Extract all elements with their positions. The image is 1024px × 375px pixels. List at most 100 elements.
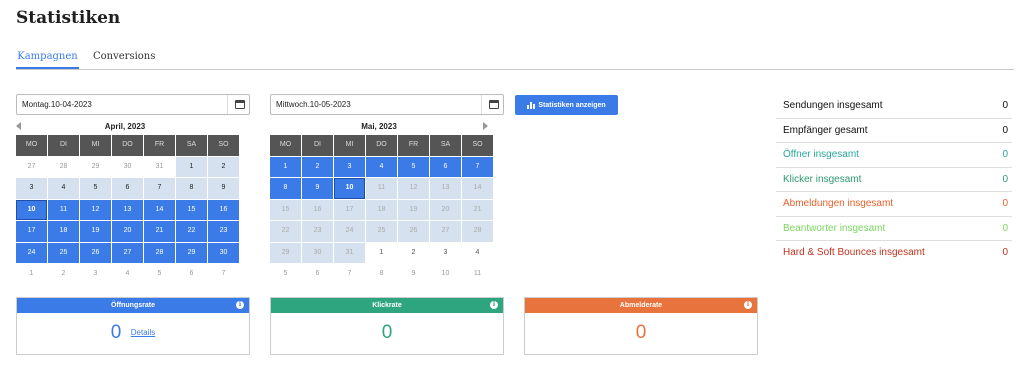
calendar-day[interactable]: 4 [48, 178, 79, 199]
calendar-day[interactable]: 30 [112, 156, 143, 177]
calendar-day[interactable]: 28 [144, 242, 175, 263]
calendar-day[interactable]: 31 [144, 156, 175, 177]
calendar-day[interactable]: 4 [366, 156, 397, 177]
calendar-day[interactable]: 11 [462, 264, 493, 285]
calendar-day[interactable]: 4 [112, 264, 143, 285]
calendar-day[interactable]: 5 [80, 178, 111, 199]
calendar-day[interactable]: 7 [334, 264, 365, 285]
calendar-day[interactable]: 23 [208, 221, 239, 242]
tab-kampagnen[interactable]: Kampagnen [16, 48, 79, 69]
calendar-day[interactable]: 12 [398, 178, 429, 199]
calendar-day[interactable]: 15 [176, 199, 207, 220]
calendar-month-label: Mai, 2023 [361, 122, 397, 131]
calendar-day[interactable]: 16 [208, 199, 239, 220]
calendar-day[interactable]: 6 [302, 264, 333, 285]
calendar-day[interactable]: 22 [176, 221, 207, 242]
date-from-field[interactable]: Montag.10-04-2023 [16, 94, 250, 115]
calendar-day[interactable]: 8 [270, 178, 301, 199]
calendar-day[interactable]: 12 [80, 199, 111, 220]
calendar-day[interactable]: 23 [302, 221, 333, 242]
calendar-day[interactable]: 29 [176, 242, 207, 263]
calendar-day[interactable]: 18 [366, 199, 397, 220]
calendar-day[interactable]: 2 [302, 156, 333, 177]
calendar-icon[interactable] [235, 100, 245, 109]
calendar-day[interactable]: 7 [208, 264, 239, 285]
calendar-icon[interactable] [489, 100, 499, 109]
calendar-day[interactable]: 10 [334, 178, 365, 199]
calendar-day[interactable]: 24 [334, 221, 365, 242]
calendar-day[interactable]: 30 [208, 242, 239, 263]
calendar-day[interactable]: 8 [366, 264, 397, 285]
show-statistics-button[interactable]: Statistiken anzeigen [515, 95, 618, 115]
previous-month-arrow-icon[interactable] [16, 122, 21, 130]
calendar-day[interactable]: 30 [302, 242, 333, 263]
calendar-day[interactable]: 24 [16, 242, 47, 263]
calendar-day[interactable]: 3 [334, 156, 365, 177]
calendar-day[interactable]: 7 [144, 178, 175, 199]
calendar-day[interactable]: 21 [462, 199, 493, 220]
details-link[interactable]: Details [131, 328, 155, 337]
info-icon[interactable]: i [236, 301, 244, 309]
calendar-day[interactable]: 26 [398, 221, 429, 242]
calendar-day[interactable]: 27 [112, 242, 143, 263]
calendar-day[interactable]: 31 [334, 242, 365, 263]
calendar-day[interactable]: 20 [112, 221, 143, 242]
calendar-day[interactable]: 15 [270, 199, 301, 220]
calendar-day[interactable]: 19 [80, 221, 111, 242]
calendar-day[interactable]: 3 [16, 178, 47, 199]
calendar-day[interactable]: 9 [208, 178, 239, 199]
calendar-day[interactable]: 28 [462, 221, 493, 242]
calendar-day[interactable]: 20 [430, 199, 461, 220]
calendar-day[interactable]: 18 [48, 221, 79, 242]
calendar-day[interactable]: 1 [270, 156, 301, 177]
tab-conversions[interactable]: Conversions [93, 48, 155, 69]
calendar-day[interactable]: 17 [16, 221, 47, 242]
calendar-day[interactable]: 27 [16, 156, 47, 177]
info-icon[interactable]: i [744, 301, 752, 309]
calendar-day[interactable]: 3 [430, 242, 461, 263]
calendar-day[interactable]: 8 [176, 178, 207, 199]
calendar-day[interactable]: 25 [48, 242, 79, 263]
calendar-day[interactable]: 2 [48, 264, 79, 285]
calendar-day[interactable]: 16 [302, 199, 333, 220]
calendar-day[interactable]: 10 [16, 199, 47, 220]
calendar-day[interactable]: 2 [398, 242, 429, 263]
calendar-day[interactable]: 1 [176, 156, 207, 177]
calendar-day[interactable]: 5 [398, 156, 429, 177]
calendar-day[interactable]: 19 [398, 199, 429, 220]
calendar-day[interactable]: 5 [270, 264, 301, 285]
stat-row: Sendungen insgesamt 0 [776, 94, 1012, 119]
next-month-arrow-icon[interactable] [483, 122, 488, 130]
calendar-day[interactable]: 17 [334, 199, 365, 220]
calendar-day[interactable]: 13 [112, 199, 143, 220]
calendar-day[interactable]: 26 [80, 242, 111, 263]
calendar-day[interactable]: 6 [112, 178, 143, 199]
calendar-day[interactable]: 9 [398, 264, 429, 285]
calendar-day[interactable]: 22 [270, 221, 301, 242]
calendar-day[interactable]: 29 [270, 242, 301, 263]
calendar-day[interactable]: 25 [366, 221, 397, 242]
calendar-day[interactable]: 3 [80, 264, 111, 285]
calendar-day[interactable]: 5 [144, 264, 175, 285]
info-icon[interactable]: i [490, 301, 498, 309]
calendar-day[interactable]: 2 [208, 156, 239, 177]
calendar-day[interactable]: 7 [462, 156, 493, 177]
calendar-day[interactable]: 11 [366, 178, 397, 199]
date-to-field[interactable]: Mittwoch.10-05-2023 [270, 94, 504, 115]
calendar-day[interactable]: 1 [16, 264, 47, 285]
calendar-day[interactable]: 11 [48, 199, 79, 220]
calendar-day[interactable]: 4 [462, 242, 493, 263]
calendar-day[interactable]: 28 [48, 156, 79, 177]
calendar-day[interactable]: 9 [302, 178, 333, 199]
calendar-day[interactable]: 13 [430, 178, 461, 199]
calendar-day[interactable]: 6 [176, 264, 207, 285]
calendar-day[interactable]: 10 [430, 264, 461, 285]
calendar-day[interactable]: 21 [144, 221, 175, 242]
calendar-day[interactable]: 27 [430, 221, 461, 242]
calendar-day[interactable]: 29 [80, 156, 111, 177]
calendar-day[interactable]: 14 [144, 199, 175, 220]
calendar-day[interactable]: 1 [366, 242, 397, 263]
calendar-day[interactable]: 14 [462, 178, 493, 199]
stat-label: Klicker insgesamt [783, 173, 862, 185]
calendar-day[interactable]: 6 [430, 156, 461, 177]
